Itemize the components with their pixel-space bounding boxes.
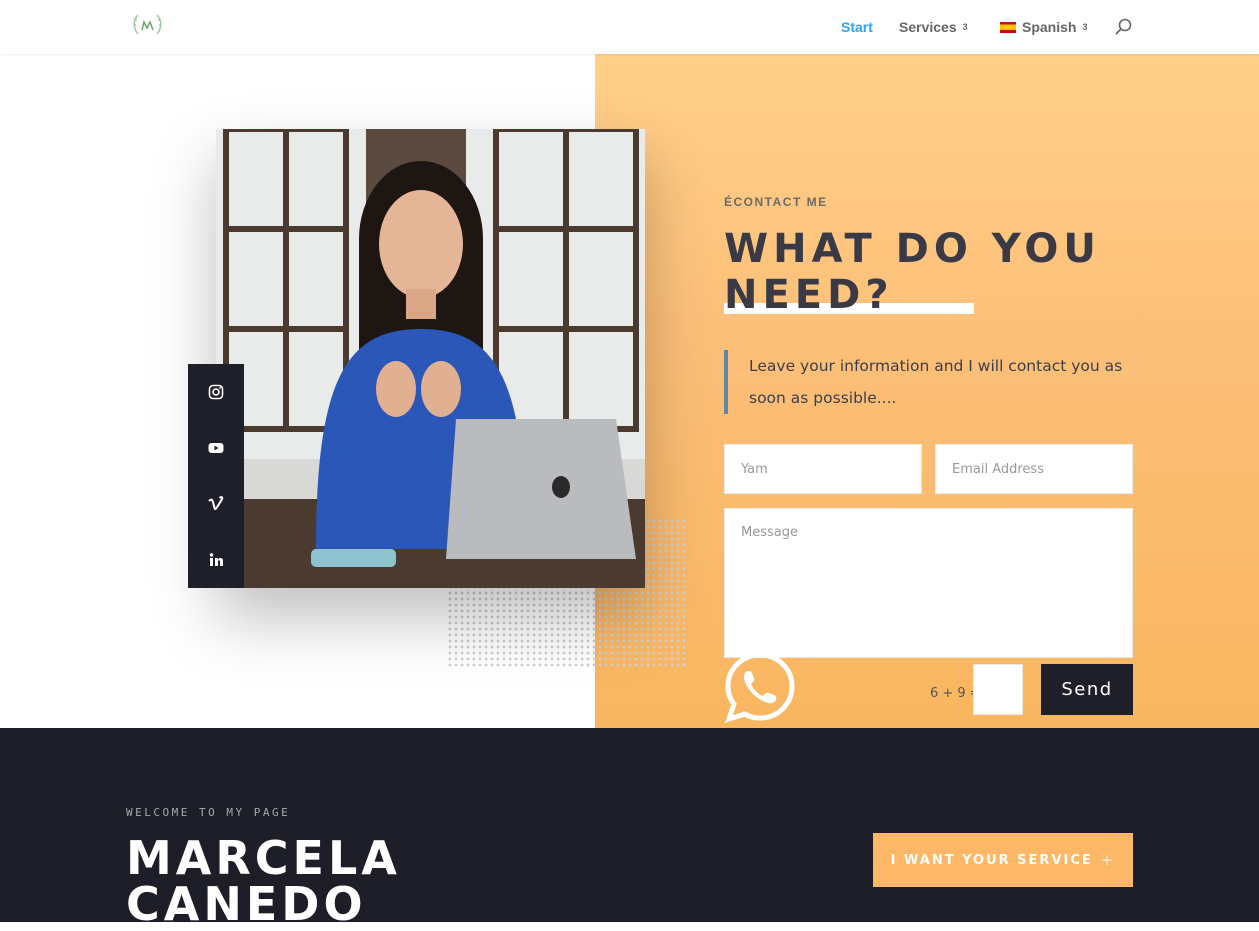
send-button[interactable]: Send xyxy=(1041,664,1133,715)
vimeo-icon xyxy=(208,496,224,511)
chevron-down-icon: 3 xyxy=(962,22,968,32)
welcome-label: WELCOME TO MY PAGE xyxy=(126,806,291,819)
nav-services[interactable]: Services 3 xyxy=(899,19,968,35)
profile-photo xyxy=(216,129,645,588)
nav-language[interactable]: Spanish 3 xyxy=(1000,19,1087,35)
linkedin-link[interactable] xyxy=(188,532,244,588)
name-field[interactable] xyxy=(724,444,922,494)
request-service-button[interactable]: I WANT YOUR SERVICE + xyxy=(873,833,1133,887)
nav-start-label: Start xyxy=(841,19,873,35)
owner-name: MARCELA CANEDO xyxy=(126,831,401,931)
spain-flag-icon xyxy=(1000,21,1016,33)
vimeo-link[interactable] xyxy=(188,476,244,532)
nav-start[interactable]: Start xyxy=(841,19,873,35)
site-logo[interactable] xyxy=(132,12,163,38)
nav-language-label: Spanish xyxy=(1022,19,1077,35)
captcha-field[interactable] xyxy=(973,664,1023,715)
nav-services-label: Services xyxy=(899,19,957,35)
contact-eyebrow: ÉCONTACT ME xyxy=(724,195,828,209)
instagram-icon xyxy=(208,384,224,400)
message-field[interactable] xyxy=(724,508,1133,658)
request-service-label: I WANT YOUR SERVICE xyxy=(890,852,1093,868)
search-icon[interactable] xyxy=(1114,18,1132,36)
chevron-down-icon: 3 xyxy=(1082,22,1088,32)
plus-icon: + xyxy=(1100,851,1116,869)
linkedin-icon xyxy=(209,553,223,566)
profile-photo-illustration xyxy=(216,129,645,588)
youtube-link[interactable] xyxy=(188,420,244,476)
contact-intro: Leave your information and I will contac… xyxy=(724,350,1133,414)
contact-headline: WHAT DO YOU NEED? xyxy=(724,226,1101,318)
email-field[interactable] xyxy=(935,444,1133,494)
contact-intro-text: Leave your information and I will contac… xyxy=(749,357,1123,407)
social-links-bar xyxy=(188,364,244,588)
site-header: Start Services 3 Spanish 3 xyxy=(0,0,1259,54)
instagram-link[interactable] xyxy=(188,364,244,420)
whatsapp-icon[interactable] xyxy=(724,651,796,723)
youtube-icon xyxy=(208,443,224,453)
